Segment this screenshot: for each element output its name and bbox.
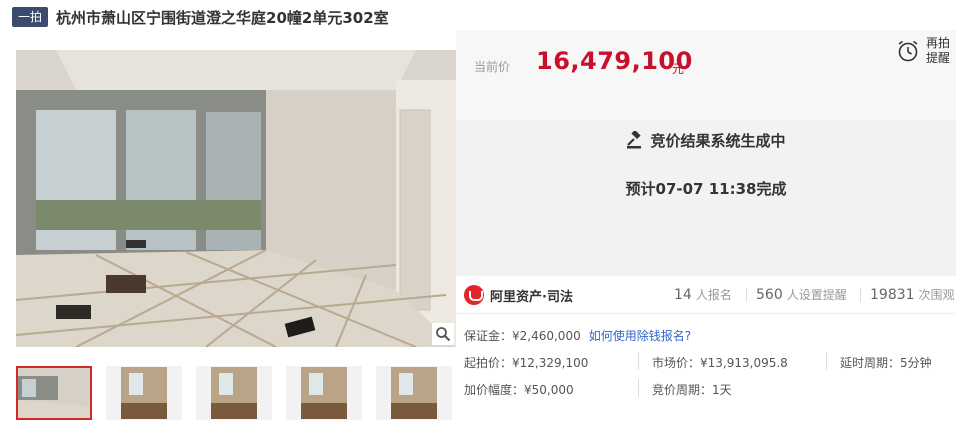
thumbnail-image <box>391 367 437 419</box>
signup-count-label: 人报名 <box>695 288 732 302</box>
start-price: 起拍价：¥12,329,100 <box>464 356 589 370</box>
auction-round-badge: 一拍 <box>12 7 49 27</box>
view-count-label: 次围观 <box>918 288 955 302</box>
alarm-clock-icon <box>898 40 918 62</box>
reminder-count-value: 560 <box>756 287 783 303</box>
divider <box>826 352 827 370</box>
deposit-text: 保证金：¥2,460,000 <box>464 329 581 343</box>
ali-logo-icon <box>464 285 484 305</box>
thumbnail-3[interactable] <box>196 366 272 420</box>
price-unit: 元 <box>672 62 685 76</box>
thumbnail-5[interactable] <box>376 366 452 420</box>
gavel-icon <box>627 131 642 149</box>
bid-increment: 加价幅度：¥50,000 <box>464 383 574 397</box>
rebid-remind-label: 再拍提醒 <box>926 36 951 65</box>
title-bar: 一拍 杭州市萧山区宁围街道澄之华庭20幢2单元302室 <box>12 6 389 28</box>
thumbnail-image <box>211 367 257 419</box>
zoom-button[interactable] <box>432 323 454 345</box>
deposit-help-link[interactable]: 如何使用除钱报名? <box>589 329 691 343</box>
thumbnail-1[interactable] <box>16 366 92 420</box>
current-price-value: 16,479,100 <box>536 47 693 75</box>
divider <box>638 379 639 397</box>
view-count-value: 19831 <box>870 287 915 303</box>
status-heading: 竞价结果系统生成中 <box>456 130 956 151</box>
auction-status-panel: 竞价结果系统生成中 预计07-07 11:38完成 <box>456 120 956 276</box>
divider <box>860 288 861 302</box>
signup-count-value: 14 <box>674 287 692 303</box>
thumbnail-image <box>301 367 347 419</box>
thumbnail-4[interactable] <box>286 366 362 420</box>
signup-count: 14 人报名 <box>674 286 732 303</box>
reminder-count: 560 人设置提醒 <box>756 286 847 303</box>
main-photo[interactable] <box>16 50 456 347</box>
delay-period: 延时周期：5分钟 <box>840 356 932 370</box>
thumbnail-image <box>121 367 167 419</box>
deposit-row: 保证金：¥2,460,000 如何使用除钱报名? <box>464 327 691 344</box>
brand-name: 阿里资产·司法 <box>490 289 573 305</box>
bid-period: 竞价周期：1天 <box>652 383 732 397</box>
status-eta: 预计07-07 11:38完成 <box>625 180 787 198</box>
room-photo-image <box>16 50 456 347</box>
status-text: 竞价结果系统生成中 <box>650 132 786 150</box>
current-price-label: 当前价 <box>474 60 511 74</box>
reminder-count-label: 人设置提醒 <box>786 288 847 302</box>
stats-bar: 阿里资产·司法 14 人报名 560 人设置提醒 19831 次围观 <box>456 276 956 314</box>
view-count: 19831 次围观 <box>870 286 955 303</box>
market-price: 市场价：¥13,913,095.8 <box>652 356 788 370</box>
price-panel: 当前价 16,479,100 元 再拍提醒 <box>456 30 956 120</box>
magnifier-icon <box>436 327 451 342</box>
rebid-remind-button[interactable]: 再拍提醒 <box>896 36 952 66</box>
page-title: 杭州市萧山区宁围街道澄之华庭20幢2单元302室 <box>56 8 389 27</box>
thumbnail-image <box>18 368 90 418</box>
ali-asset-logo: 阿里资产·司法 <box>464 285 573 305</box>
divider <box>746 288 747 302</box>
thumbnail-2[interactable] <box>106 366 182 420</box>
divider <box>638 352 639 370</box>
